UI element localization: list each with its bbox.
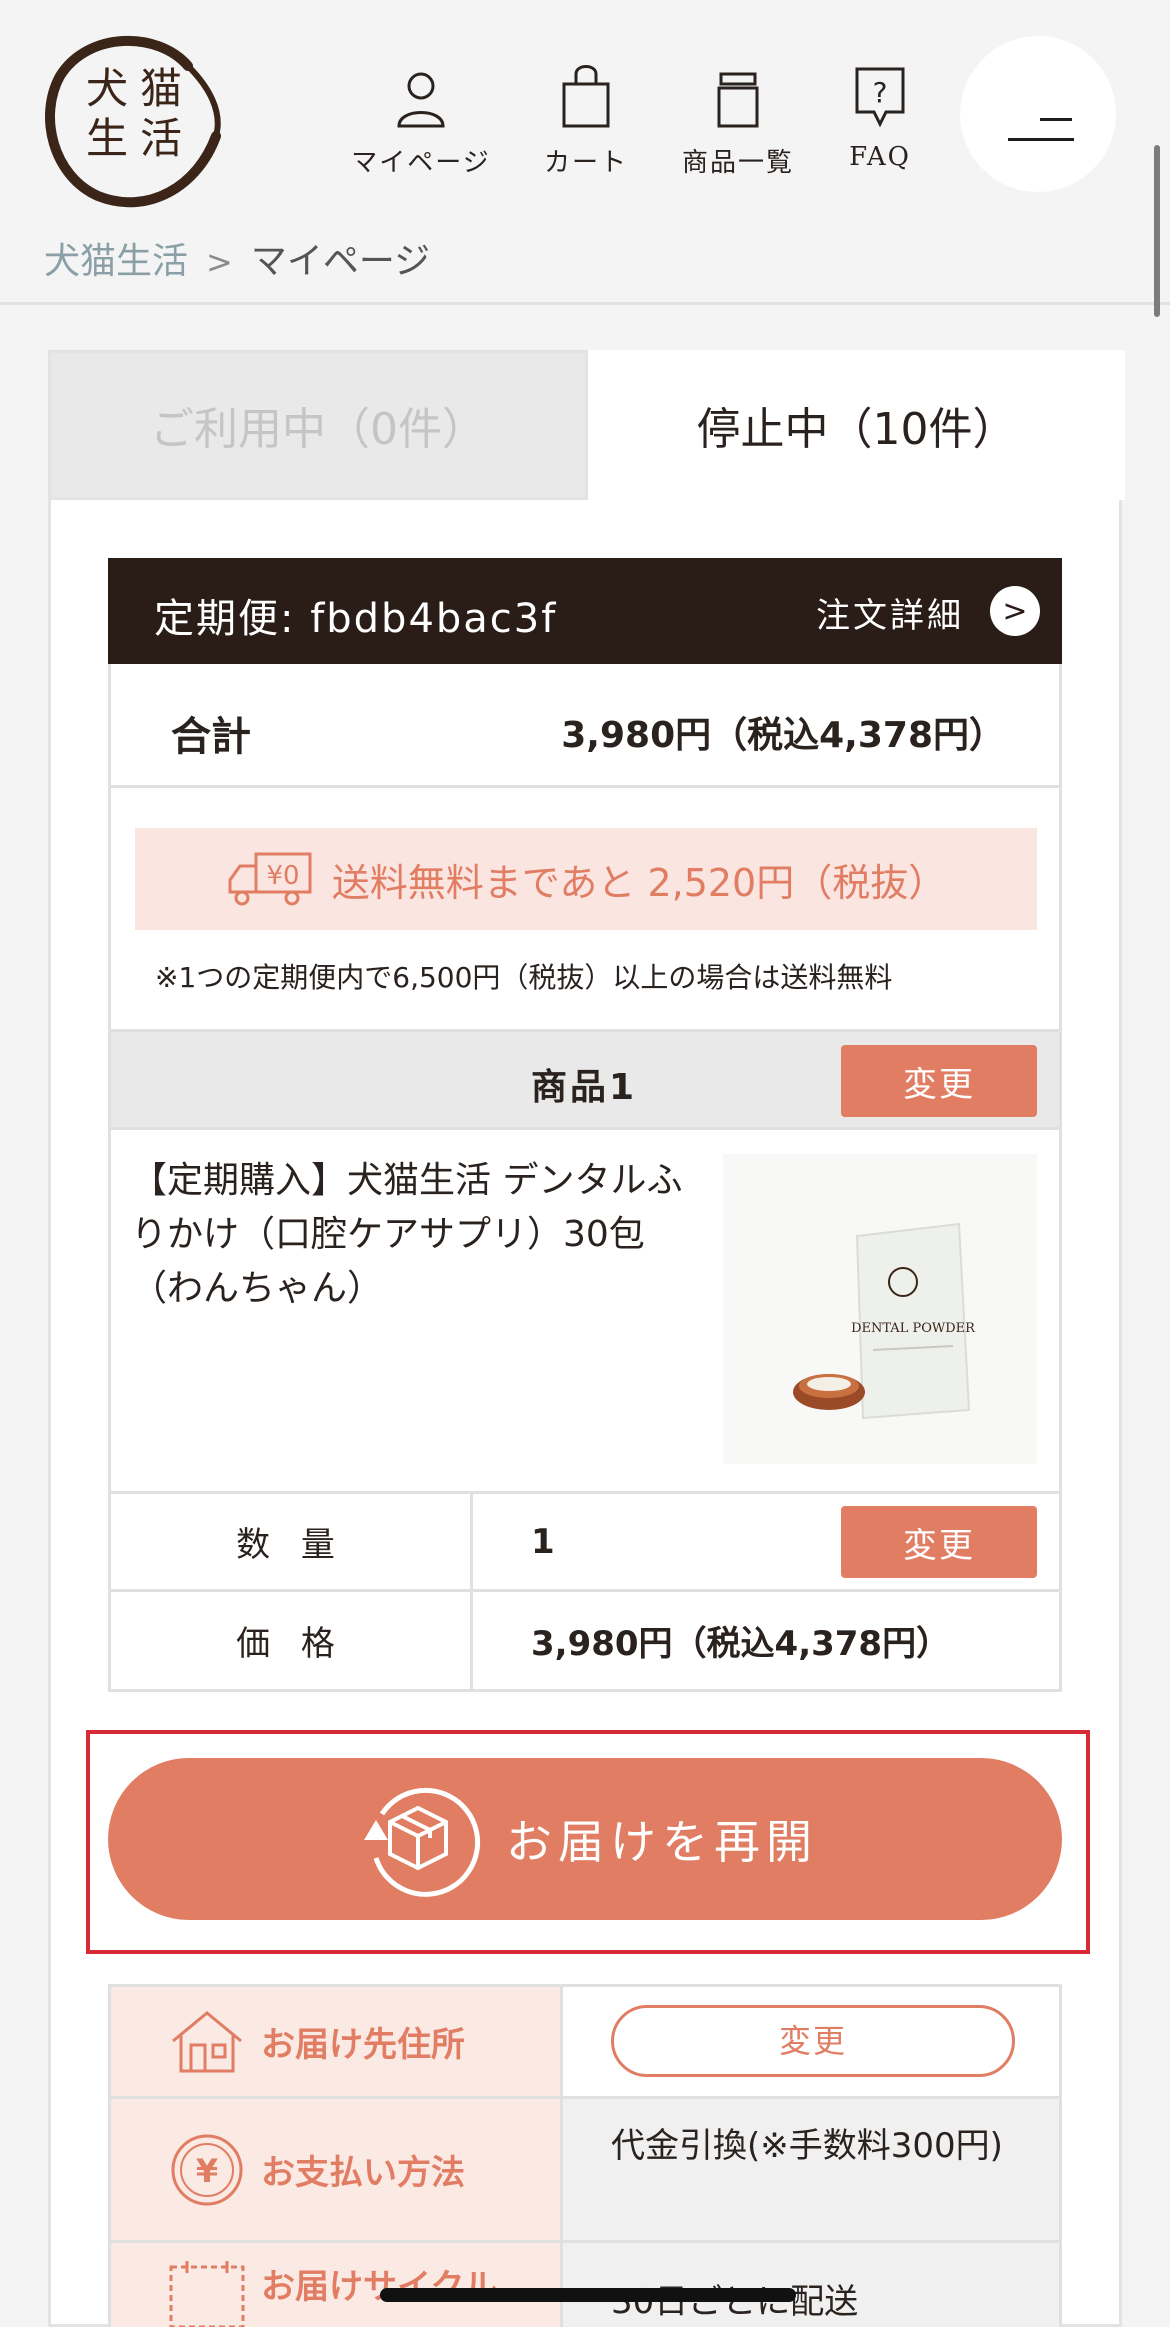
product-header-label: 商品1 xyxy=(531,1067,638,1108)
total-row: 合計 3,980円（税込4,378円） xyxy=(108,664,1062,788)
svg-text:DENTAL POWDER: DENTAL POWDER xyxy=(851,1321,976,1336)
svg-text:¥0: ¥0 xyxy=(266,861,299,891)
product-body: 【定期購入】犬猫生活 デンタルふりかけ（口腔ケアサプリ）30包（わんちゃん） D… xyxy=(108,1130,1062,1494)
menu-button[interactable] xyxy=(960,36,1116,192)
home-indicator[interactable] xyxy=(380,2288,796,2302)
breadcrumb-current: マイページ xyxy=(250,241,431,282)
resume-delivery-label: お届けを再開 xyxy=(506,1815,818,1869)
nav-products[interactable]: 商品一覧 xyxy=(663,62,813,179)
payment-value: 代金引換(※手数料300円) xyxy=(563,2099,1059,2240)
price-value: 3,980円（税込4,378円） xyxy=(531,1624,951,1664)
address-value-cell: 変更 xyxy=(563,1987,1059,2096)
house-icon xyxy=(172,2010,242,2072)
free-shipping-banner: ¥0 送料無料まであと 2,520円（税抜） xyxy=(135,828,1037,930)
tab-active-subscriptions[interactable]: ご利用中（0件） xyxy=(48,350,588,500)
change-product-button[interactable]: 変更 xyxy=(841,1045,1037,1117)
resume-delivery-button[interactable]: お届けを再開 xyxy=(108,1758,1062,1920)
product-name: 【定期購入】犬猫生活 デンタルふりかけ（口腔ケアサプリ）30包（わんちゃん） xyxy=(131,1160,683,1309)
change-quantity-button[interactable]: 変更 xyxy=(841,1506,1037,1578)
subscription-title: 定期便: fbdb4bac3f xyxy=(154,596,558,642)
site-header: 犬猫生活 マイページ カート 商品一覧 ? FAQ 犬猫生活 > マイページ xyxy=(0,0,1170,305)
product-header: 商品1 変更 xyxy=(108,1032,1062,1130)
payment-label-cell: ¥ お支払い方法 xyxy=(111,2099,563,2240)
nav-faq-label: FAQ xyxy=(849,142,911,172)
hamburger-icon xyxy=(1040,118,1072,121)
chevron-right-icon[interactable]: > xyxy=(990,586,1040,636)
nav-cart-label: カート xyxy=(543,148,628,178)
price-label: 価 格 xyxy=(111,1592,473,1689)
payment-label: お支払い方法 xyxy=(261,2153,465,2193)
person-icon xyxy=(346,62,496,128)
price-row: 価 格 3,980円（税込4,378円） xyxy=(108,1592,1062,1692)
address-label: お届け先住所 xyxy=(261,2025,465,2065)
nav-faq[interactable]: ? FAQ xyxy=(805,62,955,172)
site-logo[interactable]: 犬猫生活 xyxy=(38,26,228,208)
delivery-info-table: お届け先住所 変更 ¥ お支払い方法 代金引換(※手数料300円) お届けサイク… xyxy=(108,1984,1062,2327)
quantity-value: 1 xyxy=(531,1521,555,1562)
calendar-icon xyxy=(169,2261,245,2327)
quantity-row: 数 量 1 変更 xyxy=(108,1494,1062,1592)
address-row: お届け先住所 変更 xyxy=(111,1987,1059,2099)
question-bubble-icon: ? xyxy=(805,62,955,128)
nav-products-label: 商品一覧 xyxy=(681,148,794,178)
svg-text:¥: ¥ xyxy=(196,2152,218,2190)
quantity-label: 数 量 xyxy=(111,1494,473,1589)
payment-row: ¥ お支払い方法 代金引換(※手数料300円) xyxy=(111,2099,1059,2243)
truck-icon: ¥0 xyxy=(228,852,312,906)
svg-text:?: ? xyxy=(873,76,888,109)
bag-icon xyxy=(511,62,661,128)
cycle-label-cell: お届けサイクル xyxy=(111,2243,563,2327)
shipping-section: ¥0 送料無料まであと 2,520円（税抜） ※1つの定期便内で6,500円（税… xyxy=(108,788,1062,1032)
tab-stopped-subscriptions[interactable]: 停止中（10件） xyxy=(588,350,1125,500)
total-value: 3,980円（税込4,378円） xyxy=(561,715,1005,756)
free-shipping-note: ※1つの定期便内で6,500円（税抜）以上の場合は送料無料 xyxy=(155,961,893,994)
yen-coin-icon: ¥ xyxy=(171,2134,243,2205)
nav-mypage[interactable]: マイページ xyxy=(346,62,496,179)
product-image: DENTAL POWDER xyxy=(723,1154,1037,1464)
jar-icon xyxy=(663,62,813,128)
nav-mypage-label: マイページ xyxy=(351,148,491,178)
breadcrumb-home[interactable]: 犬猫生活 xyxy=(44,241,188,282)
address-label-cell: お届け先住所 xyxy=(111,1987,563,2096)
hamburger-icon-bar xyxy=(1008,138,1074,141)
breadcrumb-separator: > xyxy=(206,243,233,281)
nav-cart[interactable]: カート xyxy=(511,62,661,179)
free-shipping-text: 送料無料まであと 2,520円（税抜） xyxy=(331,860,947,905)
breadcrumb: 犬猫生活 > マイページ xyxy=(44,232,430,284)
change-address-button[interactable]: 変更 xyxy=(611,2005,1015,2077)
total-label: 合計 xyxy=(171,714,251,760)
cycle-row: お届けサイクル 30日ごとに配送 xyxy=(111,2243,1059,2327)
logo-text: 犬猫生活 xyxy=(86,64,195,163)
scrollbar[interactable] xyxy=(1154,145,1160,317)
restart-box-icon xyxy=(364,1787,481,1897)
subscription-header: 定期便: fbdb4bac3f 注文詳細 > xyxy=(108,558,1062,664)
cycle-value: 30日ごとに配送 xyxy=(563,2243,1059,2327)
order-detail-link[interactable]: 注文詳細 xyxy=(816,588,964,637)
